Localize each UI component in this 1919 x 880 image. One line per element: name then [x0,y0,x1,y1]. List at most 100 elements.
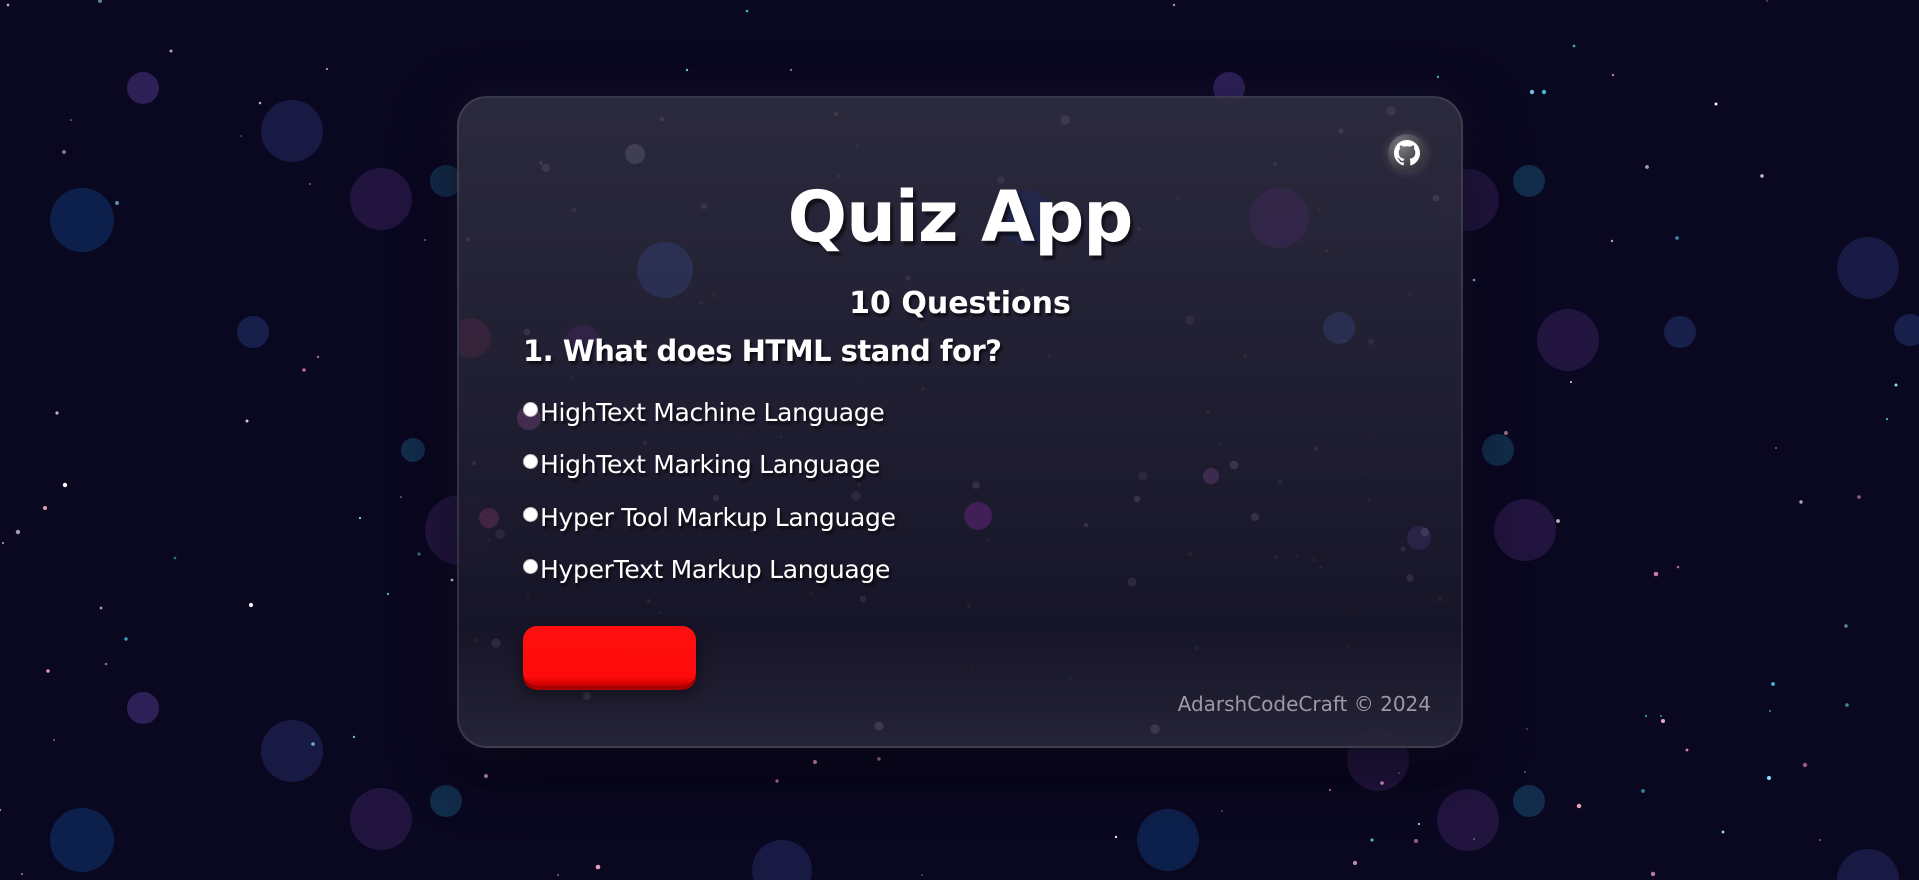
star [1414,839,1418,843]
question-count: 10 Questions [849,286,1071,321]
star [15,529,21,535]
star [1221,810,1223,812]
star [483,773,489,779]
star [1526,728,1528,730]
star [813,760,817,764]
star [1844,624,1848,628]
bokeh-light [1513,785,1545,817]
star [450,578,454,582]
star [169,49,173,53]
star [1611,73,1615,77]
star [1576,803,1582,809]
star [311,742,315,746]
star [1352,860,1358,866]
radio-button[interactable] [523,454,538,469]
star [859,595,867,603]
star [1138,471,1148,481]
star [1857,495,1861,499]
star [1398,772,1400,774]
star [98,0,102,3]
bokeh-light [50,808,114,872]
star [1329,789,1331,791]
star [472,461,476,465]
star [124,637,128,641]
bokeh-light [127,72,159,104]
star [1420,527,1430,537]
star [538,160,544,166]
star [1380,781,1384,785]
bokeh-light [1437,789,1499,851]
star [491,638,501,648]
star [1771,682,1775,686]
star [1661,719,1665,723]
star [1133,495,1141,503]
bokeh-light [1203,468,1219,484]
star [1685,748,1689,752]
star [685,68,689,72]
answer-option[interactable]: Hyper Tool Markup Language [523,503,896,532]
star [557,874,559,876]
star [1769,710,1771,712]
answer-option[interactable]: HyperText Markup Language [523,555,890,584]
star [309,183,311,185]
answer-option[interactable]: HighText Marking Language [523,450,880,479]
star [1610,239,1614,243]
bokeh-light [1494,499,1556,561]
answer-option[interactable]: HighText Machine Language [523,398,885,427]
star [173,556,177,560]
star [921,874,923,876]
star [1338,128,1344,134]
star [325,67,329,71]
bokeh-light [964,502,992,530]
star [104,662,108,666]
star [1714,102,1718,106]
star [874,721,884,731]
bokeh-light [261,100,323,162]
star [99,606,103,610]
bokeh-light [1482,434,1514,466]
star [1400,546,1406,552]
star [745,9,749,13]
star [1653,571,1659,577]
bokeh-light [1664,316,1696,348]
radio-button[interactable] [523,507,538,522]
star [1417,822,1421,826]
star [1367,338,1375,346]
star [595,864,601,870]
star [1802,762,1808,768]
star [386,592,390,596]
star [1541,89,1547,95]
star [1472,278,1476,282]
star [240,135,242,137]
star [1,541,5,545]
star [1229,460,1239,470]
answer-option-label: Hyper Tool Markup Language [540,503,896,532]
star [62,150,66,154]
github-icon [1394,140,1420,166]
github-link[interactable] [1388,134,1426,172]
star [1675,236,1679,240]
star [1314,447,1318,451]
star [1819,839,1821,841]
star [659,116,665,122]
footer-copyright: AdarshCodeCraft © 2024 [1177,692,1431,716]
question-text: 1. What does HTML stand for? [523,334,1002,368]
star [1660,715,1662,717]
radio-button[interactable] [523,559,538,574]
star [541,163,551,173]
star [877,757,881,761]
star [352,735,356,739]
submit-button[interactable] [523,626,696,686]
radio-button[interactable] [523,402,538,417]
bokeh-light [479,508,499,528]
star [851,491,861,501]
star [1150,724,1160,734]
bokeh-light [261,720,323,782]
star [1572,44,1576,48]
star [775,779,779,783]
star [115,201,119,205]
star [1503,430,1509,436]
star [1406,574,1414,582]
star [1524,771,1526,773]
quiz-card: Quiz App 10 Questions 1. What does HTML … [457,96,1463,748]
